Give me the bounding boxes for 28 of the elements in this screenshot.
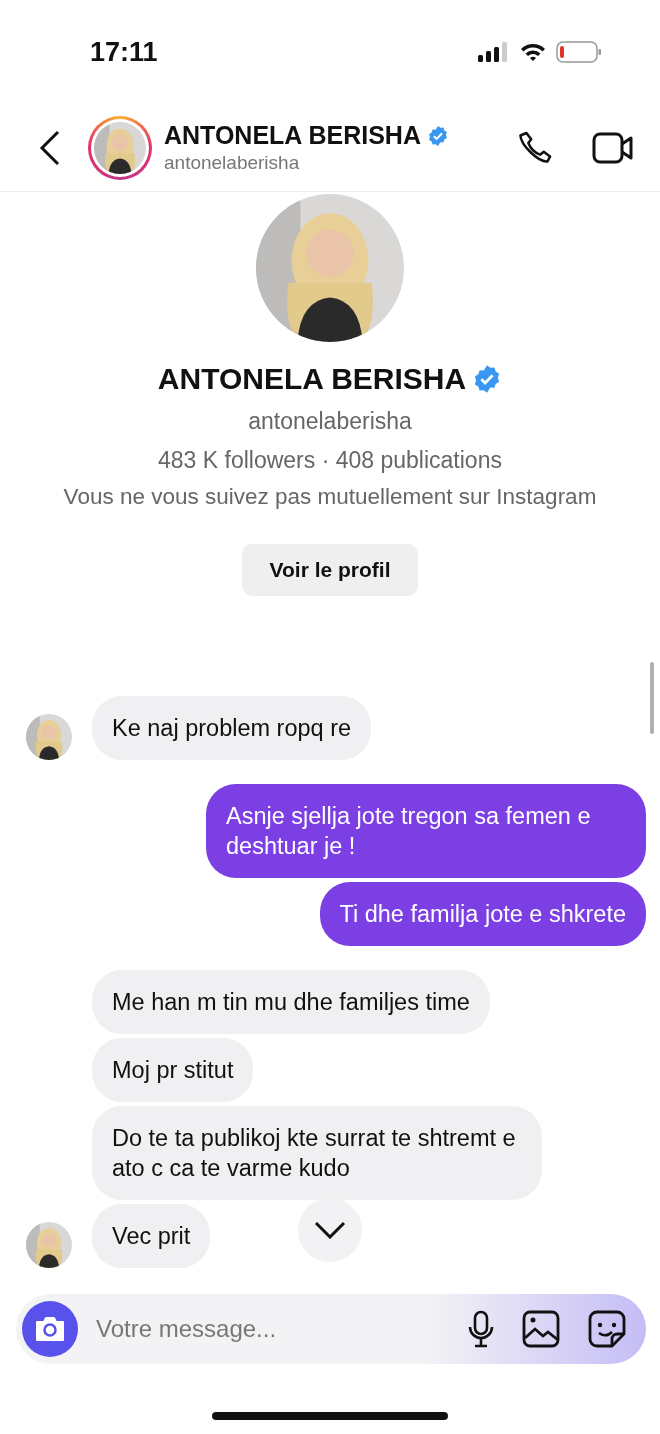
wifi-icon <box>520 42 546 62</box>
message-bubble: Me han m tin mu dhe familjes time <box>92 970 490 1034</box>
microphone-icon[interactable] <box>468 1310 494 1348</box>
profile-stats: 483 K followers · 408 publications <box>158 447 502 474</box>
camera-button[interactable] <box>22 1301 78 1357</box>
back-icon[interactable] <box>38 129 62 166</box>
profile-name: ANTONELA BERISHA <box>157 362 467 396</box>
image-icon[interactable] <box>522 1310 560 1348</box>
sticker-icon[interactable] <box>588 1310 626 1348</box>
profile-username: antonelaberisha <box>248 408 412 435</box>
message-field[interactable]: Votre message... <box>94 1314 452 1344</box>
video-call-icon[interactable] <box>592 130 634 165</box>
battery-icon <box>556 41 602 63</box>
scrollbar <box>650 662 654 734</box>
message-bubble: Ti dhe familja jote e shkrete <box>319 882 646 946</box>
message-bubble: Vec prit <box>92 1204 211 1268</box>
camera-icon <box>34 1315 66 1343</box>
chevron-down-icon <box>314 1221 346 1239</box>
signal-icon <box>478 42 510 62</box>
contact-name: ANTONELA BERISHA <box>164 121 421 150</box>
message-bubble: Asnje sjellja jote tregon sa femen e deshtuar je ! <box>206 784 646 878</box>
view-profile-button[interactable]: Voir le profil <box>241 544 419 596</box>
message-bubble: Ke naj problem ropq re <box>92 696 372 760</box>
message-bubble: Moj pr stitut <box>92 1038 254 1102</box>
mutual-note: Vous ne vous suivez pas mutuellement sur Instagram <box>63 484 597 510</box>
contact-username: antonelaberisha <box>164 152 301 174</box>
message-bubble: Do te ta publikoj kte surrat te shtremt e ato c ca te varme kudo <box>92 1106 542 1200</box>
status-time: 17:11 <box>90 36 158 68</box>
